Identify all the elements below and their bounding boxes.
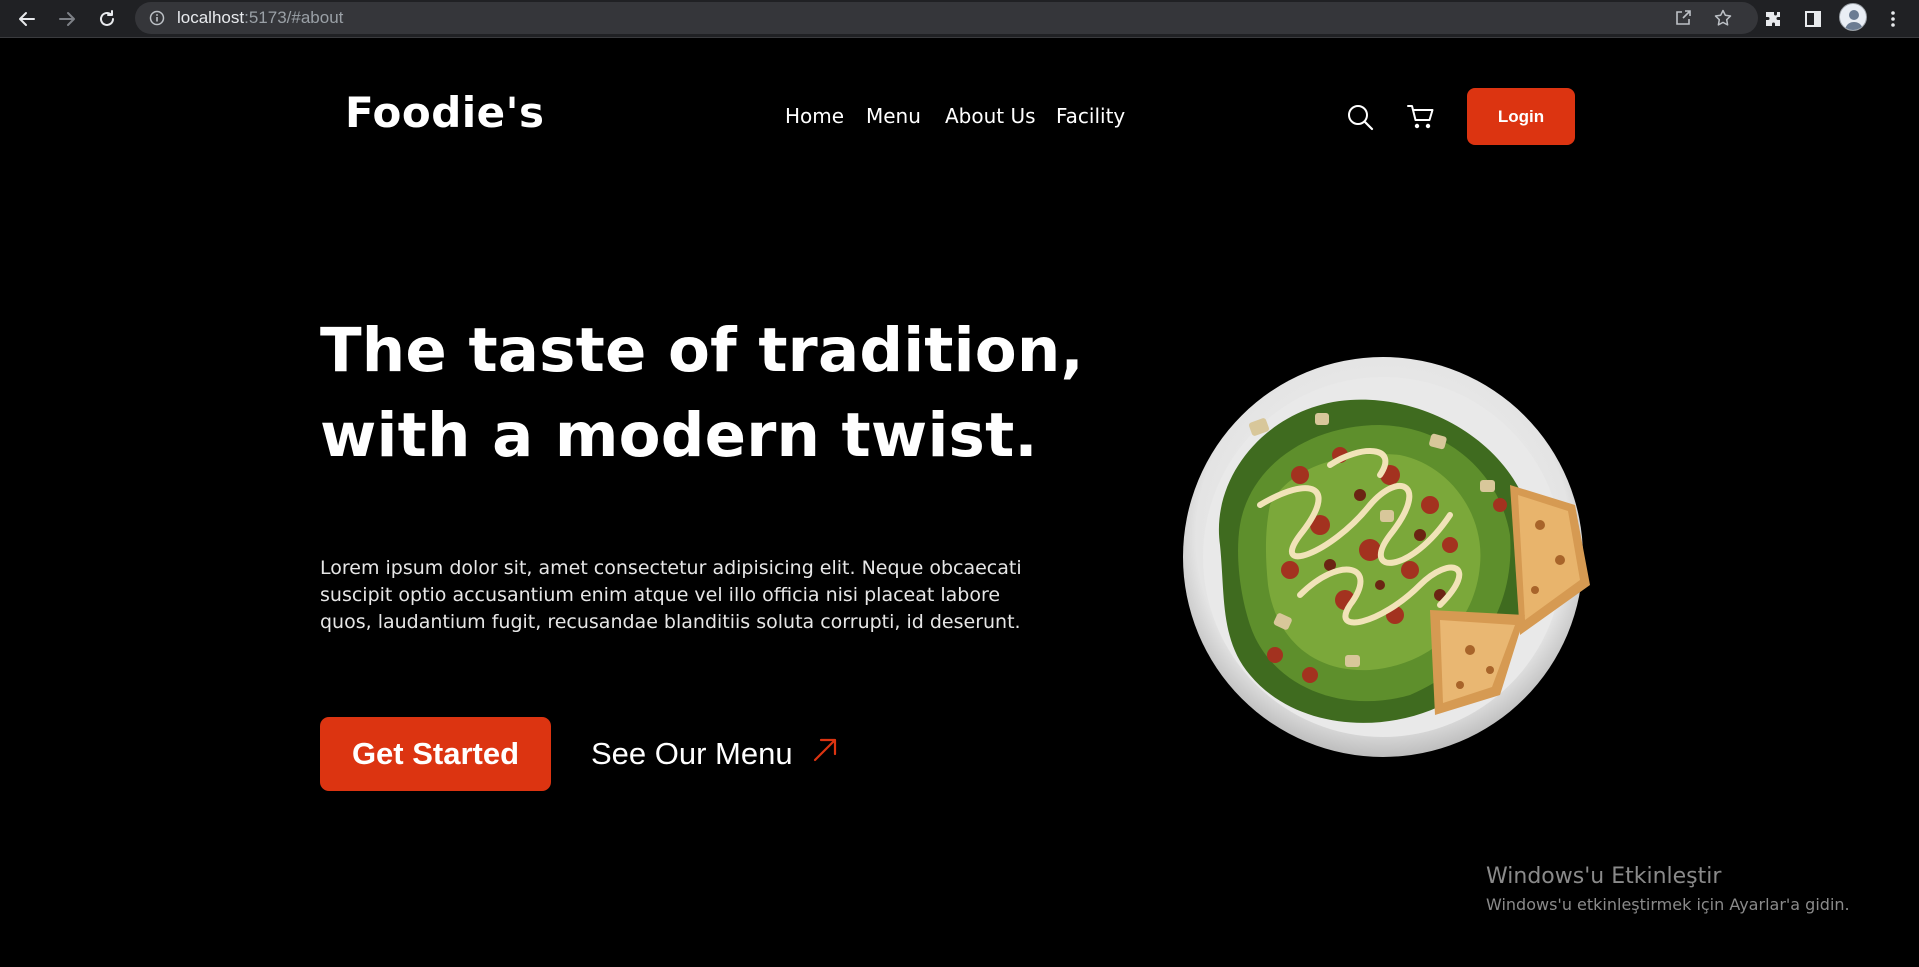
nav-link-about-us[interactable]: About Us <box>945 104 1036 128</box>
forward-icon[interactable] <box>52 4 82 34</box>
extensions-icon[interactable] <box>1758 4 1788 34</box>
search-icon[interactable] <box>1345 102 1375 132</box>
star-icon[interactable] <box>1713 8 1733 28</box>
arrow-up-right-icon <box>811 736 839 772</box>
salad-plate-image <box>1180 355 1600 760</box>
info-icon[interactable] <box>149 10 165 30</box>
login-button[interactable]: Login <box>1467 88 1575 145</box>
back-icon[interactable] <box>12 4 42 34</box>
nav-link-menu[interactable]: Menu <box>866 104 921 128</box>
hero-headline: The taste of tradition, with a modern tw… <box>320 308 1140 478</box>
main-nav: Home Menu About Us Facility <box>0 104 1919 132</box>
nav-link-home[interactable]: Home <box>785 104 844 128</box>
watermark-subtitle: Windows'u etkinleştirmek için Ayarlar'a … <box>1486 895 1850 914</box>
profile-avatar[interactable] <box>1839 3 1867 31</box>
address-bar[interactable]: localhost:5173/#about <box>135 2 1758 34</box>
see-our-menu-label: See Our Menu <box>591 736 793 771</box>
hero-paragraph: Lorem ipsum dolor sit, amet consectetur … <box>320 557 1022 633</box>
nav-link-facility[interactable]: Facility <box>1056 104 1125 128</box>
kebab-menu-icon[interactable] <box>1878 4 1908 34</box>
share-icon[interactable] <box>1673 8 1693 28</box>
see-our-menu-link[interactable]: See Our Menu <box>591 732 839 776</box>
watermark-title: Windows'u Etkinleştir <box>1486 864 1722 889</box>
reload-icon[interactable] <box>92 4 122 34</box>
url-text: localhost:5173/#about <box>177 8 344 27</box>
windows-activation-watermark: Windows'u Etkinleştir Windows'u etkinleş… <box>1486 864 1850 914</box>
side-panel-icon[interactable] <box>1798 4 1828 34</box>
hero-headline-line1: The taste of tradition, <box>320 315 1084 386</box>
cart-icon[interactable] <box>1406 102 1436 132</box>
hero-headline-line2: with a modern twist. <box>320 400 1038 471</box>
browser-toolbar: localhost:5173/#about <box>0 0 1919 38</box>
get-started-button[interactable]: Get Started <box>320 717 551 791</box>
